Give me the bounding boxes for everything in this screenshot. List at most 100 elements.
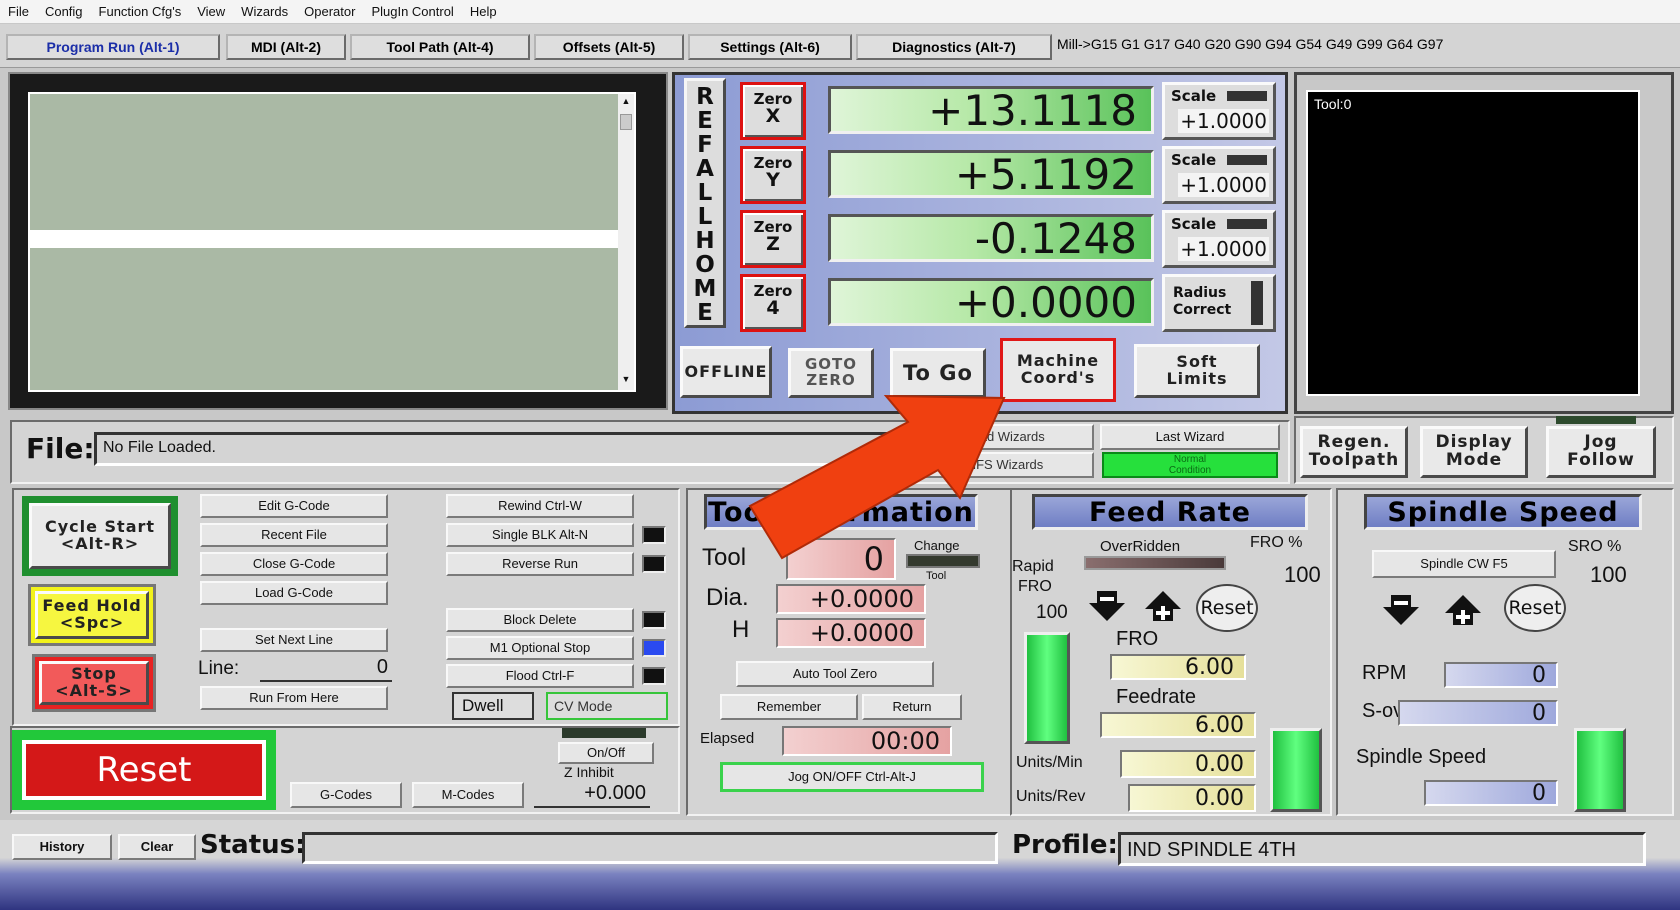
tab-mdi[interactable]: MDI (Alt-2) xyxy=(226,34,346,60)
offline-button[interactable]: OFFLINE xyxy=(680,346,772,398)
rapid-fro-slider[interactable] xyxy=(1024,632,1070,744)
menu-operator[interactable]: Operator xyxy=(296,4,363,19)
menu-config[interactable]: Config xyxy=(37,4,91,19)
single-block-button[interactable]: Single BLK Alt-N xyxy=(446,523,634,547)
zero-z-button[interactable]: Zero Z xyxy=(740,210,806,268)
z-inhibit-value-field[interactable]: +0.000 xyxy=(534,782,650,808)
jog-follow-led xyxy=(1556,416,1636,424)
cycle-start-button[interactable]: Cycle Start <Alt-R> xyxy=(29,503,171,569)
tool-change-label: Change xyxy=(914,538,960,553)
rpm-value-field[interactable]: 0 xyxy=(1444,662,1558,688)
stop-button[interactable]: Stop <Alt-S> xyxy=(39,661,149,705)
scale-z-value[interactable]: +1.0000 xyxy=(1178,237,1269,261)
radius-correct-button[interactable]: Radius Correct xyxy=(1162,274,1276,332)
gcode-scrollbar[interactable]: ▲ ▼ xyxy=(618,94,634,390)
menu-view[interactable]: View xyxy=(189,4,233,19)
z-inhibit-onoff-button[interactable]: On/Off xyxy=(558,742,654,764)
fro-down-button[interactable] xyxy=(1084,588,1130,624)
sro-reset-button[interactable]: Reset xyxy=(1504,584,1566,632)
feedrate-value-field[interactable]: 6.00 xyxy=(1100,712,1256,738)
reverse-run-led xyxy=(642,555,666,573)
menu-function-cfgs[interactable]: Function Cfg's xyxy=(91,4,190,19)
dro-4[interactable]: +0.0000 xyxy=(828,278,1154,327)
last-wizard-button[interactable]: Last Wizard xyxy=(1100,424,1280,450)
elapsed-label: Elapsed xyxy=(700,730,755,747)
return-button[interactable]: Return xyxy=(862,694,962,720)
fro-percent-value: 100 xyxy=(1284,562,1321,587)
cycle-start-frame: Cycle Start <Alt-R> xyxy=(22,496,178,576)
overridden-led xyxy=(1084,556,1226,570)
scroll-thumb[interactable] xyxy=(620,114,632,130)
auto-tool-zero-button[interactable]: Auto Tool Zero xyxy=(736,661,934,687)
history-button[interactable]: History xyxy=(12,834,112,860)
dro-z[interactable]: -0.1248 xyxy=(828,214,1154,263)
set-next-line-button[interactable]: Set Next Line xyxy=(200,628,388,652)
menu-plugin-control[interactable]: PlugIn Control xyxy=(363,4,461,19)
zero-4-button[interactable]: Zero 4 xyxy=(740,274,806,332)
scale-y-value[interactable]: +1.0000 xyxy=(1178,173,1269,197)
rapid-fro-value: 100 xyxy=(1036,602,1068,623)
tab-diagnostics[interactable]: Diagnostics (Alt-7) xyxy=(856,34,1052,60)
sro-up-button[interactable] xyxy=(1440,592,1486,628)
scroll-down-icon[interactable]: ▼ xyxy=(620,374,632,388)
close-gcode-button[interactable]: Close G-Code xyxy=(200,552,388,576)
clear-button[interactable]: Clear xyxy=(118,834,196,860)
recent-file-button[interactable]: Recent File xyxy=(200,523,388,547)
fro-up-button[interactable] xyxy=(1140,588,1186,624)
nfs-wizards-button[interactable]: NFS Wizards xyxy=(916,452,1094,478)
tab-program-run[interactable]: Program Run (Alt-1) xyxy=(6,34,220,60)
zero-x-button[interactable]: Zero X xyxy=(740,82,806,140)
overridden-label: OverRidden xyxy=(1100,538,1181,555)
scale-x-value[interactable]: +1.0000 xyxy=(1178,109,1269,133)
spindle-cw-button[interactable]: Spindle CW F5 xyxy=(1372,550,1556,578)
dro-x[interactable]: +13.1118 xyxy=(828,86,1154,135)
zero-y-button[interactable]: Zero Y xyxy=(740,146,806,204)
menu-file[interactable]: File xyxy=(0,4,37,19)
tab-settings[interactable]: Settings (Alt-6) xyxy=(688,34,852,60)
jog-follow-button[interactable]: Jog Follow xyxy=(1546,426,1656,478)
tab-offsets[interactable]: Offsets (Alt-5) xyxy=(534,34,684,60)
machine-coords-button[interactable]: Machine Coord's xyxy=(1000,338,1116,402)
edit-gcode-button[interactable]: Edit G-Code xyxy=(200,494,388,518)
feed-hold-button[interactable]: Feed Hold <Spc> xyxy=(35,591,149,639)
goto-zero-button[interactable]: GOTO ZERO xyxy=(788,348,874,398)
sro-down-button[interactable] xyxy=(1378,592,1424,628)
flood-button[interactable]: Flood Ctrl-F xyxy=(446,664,634,688)
load-gcode-button[interactable]: Load G-Code xyxy=(200,581,388,605)
display-mode-button[interactable]: Display Mode xyxy=(1420,426,1528,478)
units-rev-value-field: 0.00 xyxy=(1128,784,1256,812)
feedrate-slider[interactable] xyxy=(1270,728,1322,812)
regen-toolpath-button[interactable]: Regen. Toolpath xyxy=(1300,426,1408,478)
tool-diameter-field[interactable]: +0.0000 xyxy=(776,584,926,614)
menu-help[interactable]: Help xyxy=(462,4,505,19)
tool-height-field[interactable]: +0.0000 xyxy=(776,618,926,648)
remember-button[interactable]: Remember xyxy=(720,694,858,720)
spindle-speed-slider[interactable] xyxy=(1574,728,1626,812)
scale-x-box: Scale +1.0000 xyxy=(1162,82,1276,140)
ref-letter: L xyxy=(697,204,713,230)
tool-number-field[interactable]: 0 xyxy=(786,538,896,580)
tool-change-sublabel: Tool xyxy=(926,570,947,582)
menu-wizards[interactable]: Wizards xyxy=(233,4,296,19)
ref-all-home-button[interactable]: R E F A L L H O M E xyxy=(684,78,726,328)
run-from-here-button[interactable]: Run From Here xyxy=(200,686,388,710)
m1-optional-stop-button[interactable]: M1 Optional Stop xyxy=(446,636,634,660)
stop-frame: Stop <Alt-S> xyxy=(32,654,156,712)
gcodes-button[interactable]: G-Codes xyxy=(290,782,402,808)
dro-y[interactable]: +5.1192 xyxy=(828,150,1154,199)
scroll-up-icon[interactable]: ▲ xyxy=(620,96,632,110)
mcodes-button[interactable]: M-Codes xyxy=(412,782,524,808)
jog-onoff-button[interactable]: Jog ON/OFF Ctrl-Alt-J xyxy=(720,762,984,792)
soft-limits-button[interactable]: Soft Limits xyxy=(1134,344,1260,398)
load-wizards-button[interactable]: Load Wizards xyxy=(916,424,1094,450)
reset-button[interactable]: Reset xyxy=(22,740,266,800)
zero-axis-letter: Z xyxy=(766,233,780,255)
tab-tool-path[interactable]: Tool Path (Alt-4) xyxy=(350,34,530,60)
rewind-button[interactable]: Rewind Ctrl-W xyxy=(446,494,634,518)
block-delete-button[interactable]: Block Delete xyxy=(446,608,634,632)
gcode-listing[interactable]: ▲ ▼ xyxy=(28,92,636,392)
reverse-run-button[interactable]: Reverse Run xyxy=(446,552,634,576)
to-go-button[interactable]: To Go xyxy=(890,348,986,398)
fro-reset-button[interactable]: Reset xyxy=(1196,584,1258,632)
line-number-field[interactable]: 0 xyxy=(260,656,392,682)
